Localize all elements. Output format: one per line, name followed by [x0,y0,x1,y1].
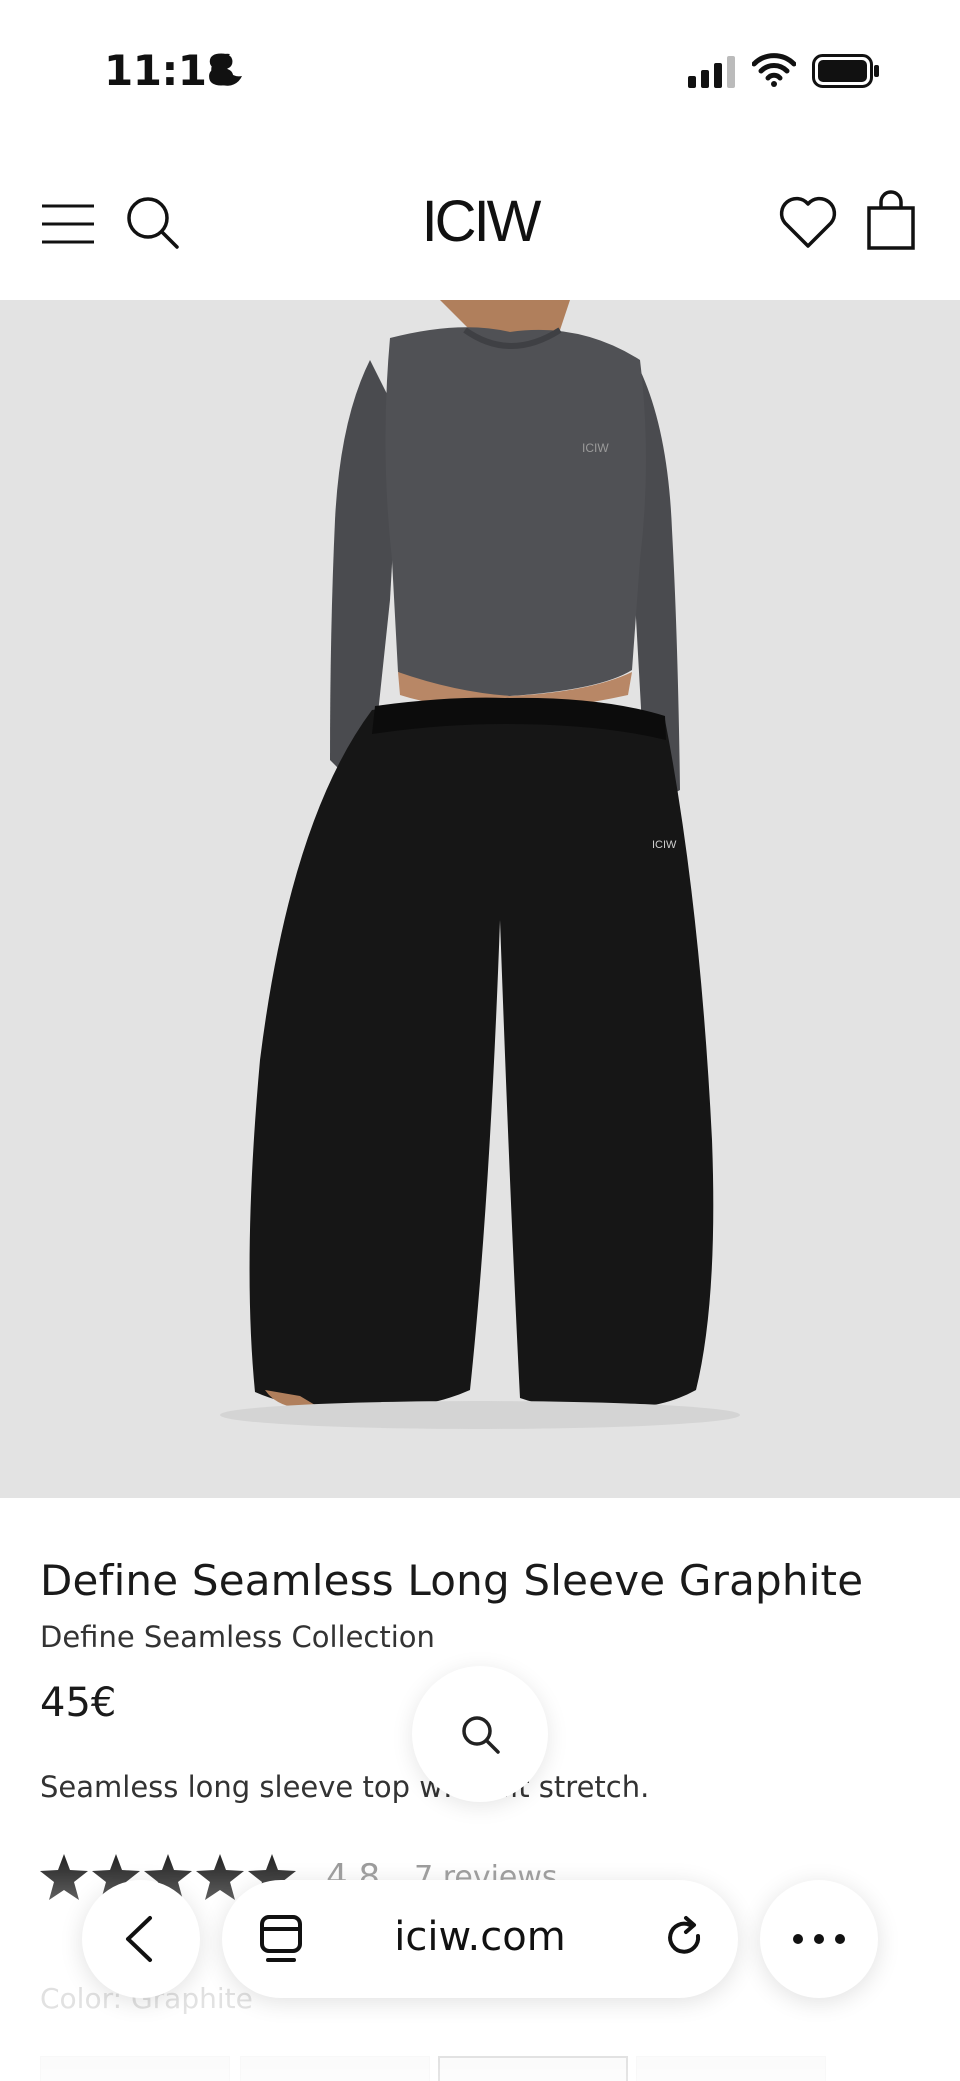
more-button[interactable] [760,1880,878,1998]
battery-icon [812,54,879,88]
product-price: 45€ [40,1680,117,1726]
reload-icon[interactable] [662,1914,708,1964]
svg-text:ICIW: ICIW [652,839,677,851]
site-header: ICIW [0,140,960,300]
back-button[interactable] [82,1880,200,1998]
floating-search-button[interactable] [412,1666,548,1802]
product-image[interactable]: ICIW ICIW [0,300,960,1498]
product-collection[interactable]: Define Seamless Collection [40,1620,435,1654]
back-icon [126,1916,152,1962]
svg-text:ICIW: ICIW [582,441,609,455]
address-bar[interactable]: iciw.com [222,1880,738,1998]
heart-icon[interactable] [778,194,838,250]
model-photo: ICIW ICIW [220,300,740,1429]
url-text[interactable]: iciw.com [222,1914,738,1960]
wifi-icon [752,53,796,87]
bag-icon[interactable] [866,190,916,250]
browser-toolbar: iciw.com [0,1880,960,2004]
signal-icon [688,56,735,88]
product-description: Seamless long sleeve top w… …it stretch. [40,1770,650,1804]
color-thumbnail[interactable] [40,2056,230,2081]
more-icon [793,1934,845,1944]
color-thumbnails [40,2056,920,2081]
search-icon [462,1716,500,1754]
color-thumbnail[interactable] [636,2056,826,2081]
moon-icon [211,53,242,86]
color-thumbnail[interactable] [240,2056,430,2081]
status-bar: 11:18 [0,0,960,140]
product-title: Define Seamless Long Sleeve Graphite [40,1556,864,1605]
color-thumbnail-selected[interactable] [438,2056,628,2081]
